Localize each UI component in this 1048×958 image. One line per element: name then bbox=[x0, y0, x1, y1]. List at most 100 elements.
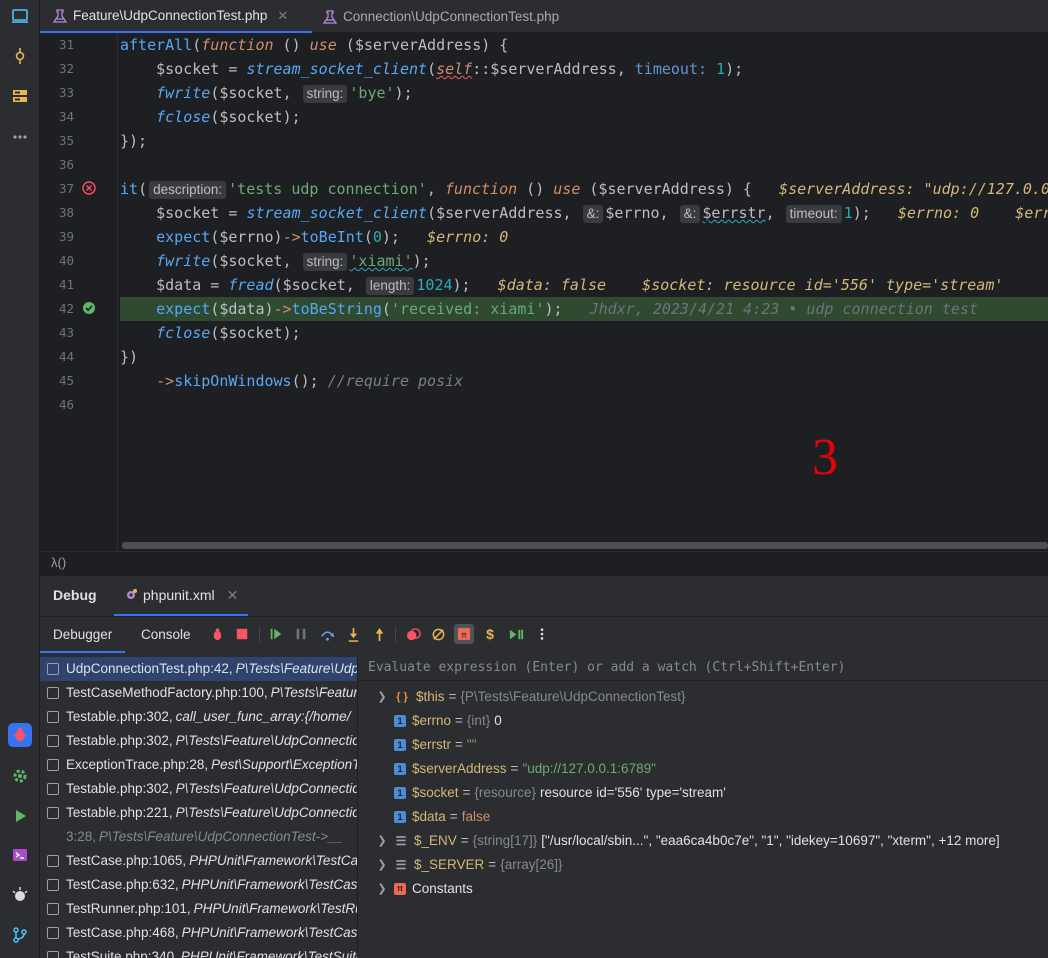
step-into-icon[interactable] bbox=[345, 626, 361, 642]
close-icon[interactable]: ✕ bbox=[277, 8, 288, 24]
frame-location: 3:28, bbox=[66, 829, 97, 844]
primitive-icon: 1 bbox=[394, 763, 406, 775]
tab-phpunit-config[interactable]: phpunit.xml ✕ bbox=[114, 576, 249, 616]
chevron-right-icon[interactable]: ❯ bbox=[374, 685, 390, 709]
editor-gutter[interactable]: 31 32 33 34 35 36 37 38 39 40 41 42 43 4… bbox=[40, 33, 118, 551]
frame-item[interactable]: Testable.php:221, P\Tests\Feature\UdpConn… bbox=[40, 801, 357, 825]
frame-item[interactable]: TestCase.php:468, PHPUnit\Framework\TestC… bbox=[40, 921, 357, 945]
horizontal-scrollbar[interactable] bbox=[122, 542, 1048, 549]
frame-path: P\Tests\Feature\UdpConnectionTest-> bbox=[175, 781, 357, 796]
tab-debugger[interactable]: Debugger bbox=[40, 617, 126, 653]
frame-item[interactable]: ExceptionTrace.php:28, Pest\Support\Excep… bbox=[40, 753, 357, 777]
tab-connection-udp-connection-test[interactable]: Connection\UdpConnectionTest.php bbox=[310, 0, 571, 33]
code-line-35[interactable]: }); bbox=[120, 129, 1048, 153]
frame-item[interactable]: Testable.php:302, P\Tests\Feature\UdpConn… bbox=[40, 777, 357, 801]
code-editor[interactable]: 31 32 33 34 35 36 37 38 39 40 41 42 43 4… bbox=[40, 33, 1048, 551]
gear-icon bbox=[127, 589, 137, 599]
line-number: 45 bbox=[58, 373, 74, 388]
variable-row-env[interactable]: ❯ ☰ $_ENV = {string[17]} ["/usr/local/sbi… bbox=[359, 829, 1048, 853]
code-line-33[interactable]: fwrite($socket, string:'bye'); bbox=[120, 81, 1048, 105]
pause-icon[interactable] bbox=[293, 626, 309, 642]
chevron-right-icon[interactable]: ❯ bbox=[374, 853, 390, 877]
code-line-43[interactable]: fclose($socket); bbox=[120, 321, 1048, 345]
close-icon[interactable]: ✕ bbox=[227, 587, 239, 604]
breadcrumb[interactable]: λ() bbox=[40, 551, 1048, 575]
frames-list[interactable]: UdpConnectionTest.php:42, P\Tests\Feature… bbox=[40, 653, 358, 958]
debug-icon[interactable] bbox=[8, 723, 32, 747]
frame-item[interactable]: Testable.php:302, call_user_func_array:{/… bbox=[40, 705, 357, 729]
test-failed-icon[interactable] bbox=[82, 181, 96, 195]
structure-icon[interactable] bbox=[8, 84, 32, 108]
primitive-icon: 1 bbox=[394, 715, 406, 727]
code-line-36[interactable] bbox=[120, 153, 1048, 177]
code-line-46[interactable] bbox=[120, 393, 1048, 417]
code-line-44[interactable]: }) bbox=[120, 345, 1048, 369]
frame-location: Testable.php:302, bbox=[66, 709, 173, 724]
frame-item[interactable]: TestRunner.php:101, PHPUnit\Framework\Tes… bbox=[40, 897, 357, 921]
code-line-34[interactable]: fclose($socket); bbox=[120, 105, 1048, 129]
frame-location: TestCaseMethodFactory.php:100, bbox=[66, 685, 268, 700]
code-line-42-current[interactable]: expect($data)->toBeString('received: xia… bbox=[120, 297, 1048, 321]
chevron-right-icon[interactable]: ❯ bbox=[374, 829, 390, 853]
frame-item[interactable]: TestCaseMethodFactory.php:100, P\Tests\Fe… bbox=[40, 681, 357, 705]
frame-item[interactable]: Testable.php:302, P\Tests\Feature\UdpConn… bbox=[40, 729, 357, 753]
services-icon[interactable] bbox=[8, 764, 32, 788]
primitive-icon: 1 bbox=[394, 787, 406, 799]
constants-toggle-icon[interactable]: π bbox=[454, 624, 474, 644]
line-number: 43 bbox=[58, 325, 74, 340]
frame-item[interactable]: TestSuite.php:340, PHPUnit\Framework\Test… bbox=[40, 945, 357, 958]
project-icon[interactable] bbox=[8, 4, 32, 28]
variable-row-this[interactable]: ❯ { } $this = {P\Tests\Feature\UdpConnect… bbox=[359, 685, 1048, 709]
code-line-37[interactable]: it(description:'tests udp connection', f… bbox=[120, 177, 1048, 201]
token: $errno bbox=[605, 204, 660, 222]
code-line-40[interactable]: fwrite($socket, string:'xiami'); bbox=[120, 249, 1048, 273]
variable-row-errstr[interactable]: 1 $errstr = "" bbox=[359, 733, 1048, 757]
chevron-right-icon[interactable]: ❯ bbox=[374, 877, 390, 901]
variable-row-data[interactable]: 1 $data = false bbox=[359, 805, 1048, 829]
terminal-icon[interactable] bbox=[8, 843, 32, 867]
step-out-icon[interactable] bbox=[371, 626, 387, 642]
mute-breakpoints-icon[interactable] bbox=[430, 626, 446, 642]
more-icon[interactable] bbox=[8, 125, 32, 149]
frame-item[interactable]: 3:28, P\Tests\Feature\UdpConnectionTest->… bbox=[40, 825, 357, 849]
variable-value: "" bbox=[466, 737, 477, 752]
frame-path: PHPUnit\Framework\TestRunner-> bbox=[193, 901, 357, 916]
variable-row-server-address[interactable]: 1 $serverAddress = "udp://127.0.0.1:6789" bbox=[359, 757, 1048, 781]
run-icon[interactable] bbox=[8, 804, 32, 828]
more-options-icon[interactable] bbox=[534, 626, 550, 642]
problems-icon[interactable] bbox=[8, 883, 32, 907]
tab-console[interactable]: Console bbox=[128, 617, 204, 653]
code-line-32[interactable]: $socket = stream_socket_client(self::$se… bbox=[120, 57, 1048, 81]
variable-row-server[interactable]: ❯ ☰ $_SERVER = {array[26]} bbox=[359, 853, 1048, 877]
frame-item[interactable]: TestCase.php:632, PHPUnit\Framework\TestC… bbox=[40, 873, 357, 897]
tab-feature-udp-connection-test[interactable]: Feature\UdpConnectionTest.php ✕ bbox=[40, 0, 312, 33]
view-breakpoints-icon[interactable] bbox=[405, 626, 421, 642]
token: $socket bbox=[156, 60, 220, 78]
code-line-31[interactable]: afterAll(function () use ($serverAddress… bbox=[120, 33, 1048, 57]
git-icon[interactable] bbox=[8, 923, 32, 947]
code-line-38[interactable]: $socket = stream_socket_client($serverAd… bbox=[120, 201, 1048, 225]
debug-tool-window: Debug phpunit.xml ✕ Debugger Console π $… bbox=[40, 575, 1048, 958]
stop-icon[interactable] bbox=[234, 626, 250, 642]
dollar-icon[interactable]: $ bbox=[482, 626, 498, 642]
line-number: 38 bbox=[58, 205, 74, 220]
code-line-45[interactable]: ->skipOnWindows(); //require posix bbox=[120, 369, 1048, 393]
token: skipOnWindows bbox=[174, 372, 292, 390]
parameter-hint: timeout: bbox=[785, 205, 842, 223]
code-line-41[interactable]: $data = fread($socket, length: 1024); $da… bbox=[120, 273, 1048, 297]
resume-program-icon[interactable] bbox=[508, 626, 524, 642]
line-number: 35 bbox=[58, 133, 74, 148]
commit-icon[interactable] bbox=[8, 44, 32, 68]
frame-item[interactable]: TestCase.php:1065, PHPUnit\Framework\Test… bbox=[40, 849, 357, 873]
code-line-39[interactable]: expect($errno)->toBeInt(0); $errno: 0 bbox=[120, 225, 1048, 249]
breakpoint-check-icon[interactable] bbox=[82, 301, 96, 315]
evaluate-expression-input[interactable] bbox=[368, 658, 1038, 676]
variable-row-constants[interactable]: ❯ π Constants bbox=[359, 877, 1048, 901]
frame-item[interactable]: UdpConnectionTest.php:42, P\Tests\Feature… bbox=[40, 657, 357, 681]
bug-icon[interactable] bbox=[209, 626, 225, 642]
variable-row-socket[interactable]: 1 $socket = {resource} resource id='556' … bbox=[359, 781, 1048, 805]
variable-row-errno[interactable]: 1 $errno = {int} 0 bbox=[359, 709, 1048, 733]
step-over-icon[interactable] bbox=[319, 626, 335, 642]
resume-icon[interactable] bbox=[268, 626, 284, 642]
variable-type: {resource} bbox=[474, 785, 536, 800]
